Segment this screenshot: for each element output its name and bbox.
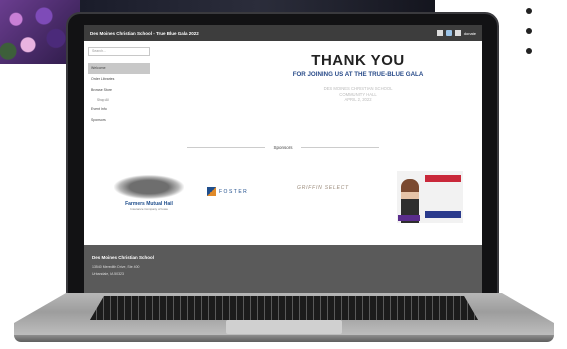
bullet-list	[526, 8, 532, 68]
sponsor-logo-foster[interactable]: FOSTER	[207, 187, 248, 196]
event-detail-line: APRIL 2, 2022	[344, 97, 372, 102]
sponsor-logo-realtor[interactable]	[397, 171, 463, 223]
event-details: DES MOINES CHRISTIAN SCHOOL COMMUNITY HA…	[234, 86, 482, 103]
twitter-icon[interactable]	[445, 30, 452, 36]
agent-banner-red	[425, 175, 461, 182]
thank-you-content: THANK YOU FOR JOINING US AT THE TRUE-BLU…	[234, 52, 482, 103]
laptop-trackpad	[226, 320, 342, 334]
footer-address: 13540 Meredith Drive, Ste 400	[92, 265, 140, 269]
footer-title: Des Moines Christian School	[92, 255, 155, 260]
sponsor-name: FOSTER	[219, 188, 249, 195]
footer-address: Urbandale, IA 50323	[92, 272, 124, 276]
sidebar-item-sponsors[interactable]: Sponsors	[88, 115, 150, 126]
sponsor-subtitle: Insurance Company of Iowa	[130, 207, 168, 211]
sidebar-item-event-info[interactable]: Event Info	[88, 104, 150, 115]
foster-mark-icon	[207, 187, 216, 196]
agent-banner-purple	[398, 215, 420, 221]
divider	[187, 147, 266, 148]
divider	[300, 147, 379, 148]
sidebar-nav: Search... Welcome Order Libraries Browse…	[88, 47, 150, 126]
facebook-icon[interactable]	[436, 30, 443, 36]
sponsors-heading: Sponsors	[86, 145, 480, 150]
site-footer: Des Moines Christian School 13540 Meredi…	[84, 245, 482, 294]
header-actions: donate	[436, 30, 476, 36]
agent-banner-blue	[425, 211, 461, 218]
bullet-icon	[526, 28, 532, 34]
sponsors-label: Sponsors	[273, 145, 293, 150]
laptop-base-edge	[14, 335, 554, 342]
site-header: Des Moines Christian School - True Blue …	[84, 25, 482, 41]
sidebar-item-browse[interactable]: Browse Store	[88, 85, 150, 96]
laptop-screen: Des Moines Christian School - True Blue …	[84, 25, 482, 294]
search-input[interactable]: Search...	[88, 47, 150, 56]
sponsor-logo-griffin[interactable]: GRIFFIN SELECT	[297, 185, 349, 191]
farm-illustration	[114, 175, 184, 199]
page-title: THANK YOU	[311, 52, 405, 69]
bullet-icon	[526, 8, 532, 14]
site-title[interactable]: Des Moines Christian School - True Blue …	[90, 31, 199, 36]
search-icon[interactable]	[454, 30, 461, 36]
sidebar-item-order[interactable]: Order Libraries	[88, 74, 150, 85]
donate-link[interactable]: donate	[464, 31, 476, 36]
bullet-icon	[526, 48, 532, 54]
sidebar-item-welcome[interactable]: Welcome	[88, 63, 150, 74]
laptop-keyboard	[90, 296, 478, 320]
sidebar-subitem-shop[interactable]: Shop All	[88, 96, 150, 104]
page-subtitle: FOR JOINING US AT THE TRUE-BLUE GALA	[292, 71, 424, 78]
sponsor-logo-farmers[interactable]: Farmers Mutual Hail Insurance Company of…	[114, 175, 184, 219]
